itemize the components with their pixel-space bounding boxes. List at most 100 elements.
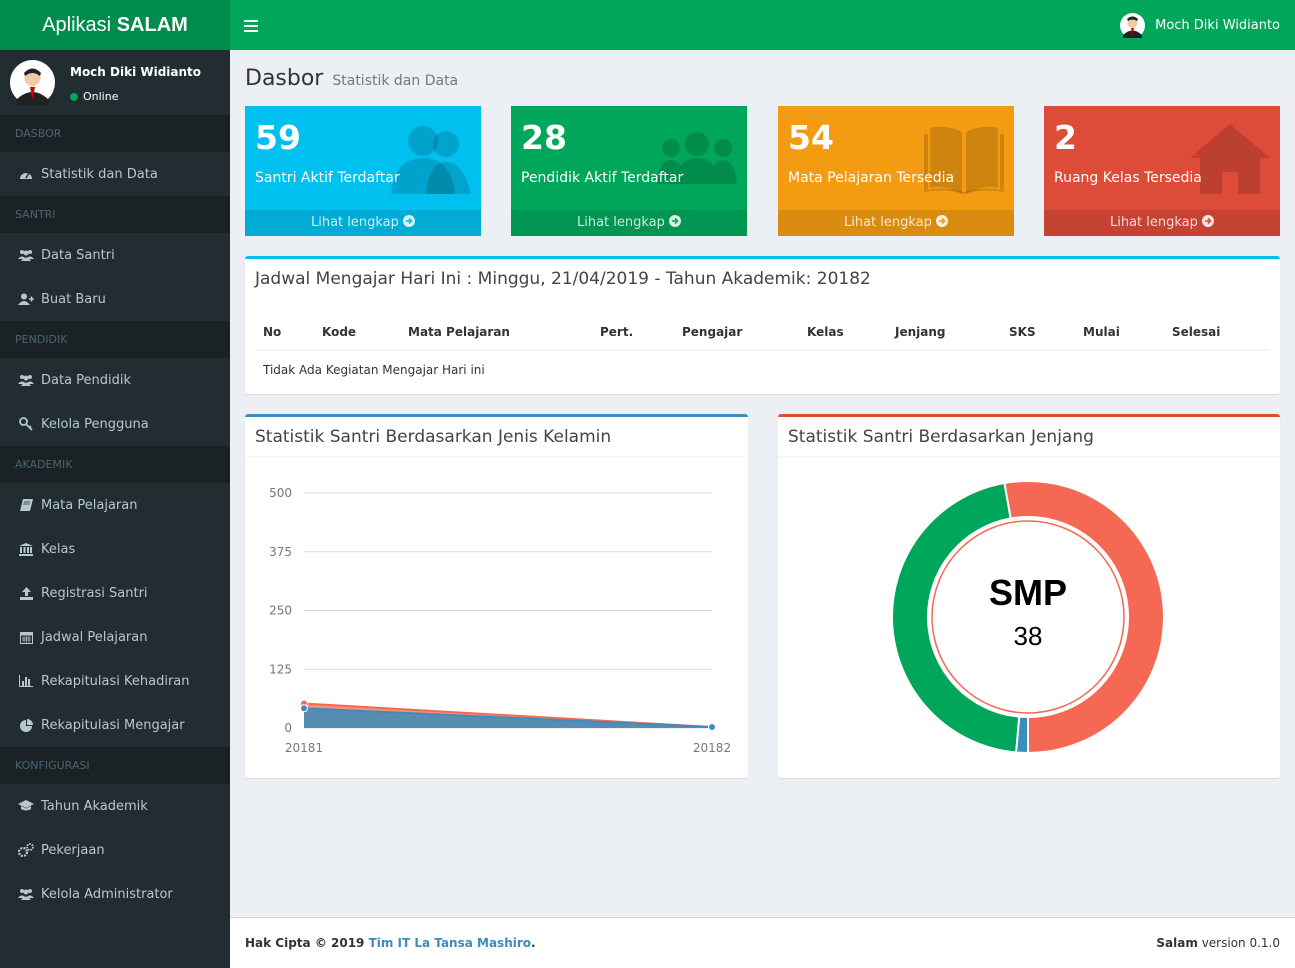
y-tick-label: 125 [269, 662, 292, 676]
sidebar-header-santri: SANTRI [0, 196, 230, 233]
sidebar-item-kelola-administrator[interactable]: Kelola Administrator [0, 872, 230, 916]
stat-box-4: 2 Ruang Kelas Tersedia Lihat lengkap [1044, 106, 1280, 236]
sidebar-item-rekapitulasi-mengajar[interactable]: Rekapitulasi Mengajar [0, 703, 230, 747]
donut-slice-0 [1003, 480, 1165, 755]
user-menu[interactable]: Moch Diki Widianto [1120, 13, 1280, 38]
see-more-link[interactable]: Lihat lengkap [778, 210, 1014, 236]
schedule-box: Jadwal Mengajar Hari Ini : Minggu, 21/04… [245, 256, 1280, 394]
sidebar-item-tahun-akademik[interactable]: Tahun Akademik [0, 784, 230, 828]
stat-label: Mata Pelajaran Tersedia [788, 170, 955, 186]
sidebar-item-kelola-pengguna[interactable]: Kelola Pengguna [0, 402, 230, 446]
donut-center-label: SMP [989, 572, 1067, 613]
footer-version-text: version 0.1.0 [1197, 936, 1280, 950]
see-more-label: Lihat lengkap [310, 215, 399, 230]
column-header-selesai: Selesai [1164, 314, 1270, 351]
donut-slice-1 [891, 481, 1021, 754]
sidebar-header-pendidik: PENDIDIK [0, 321, 230, 358]
donut-center-value: 38 [1014, 621, 1043, 651]
user-panel: Moch Diki Widianto Online [0, 50, 230, 115]
y-tick-label: 375 [269, 545, 292, 559]
sidebar-item-label: Tahun Akademik [41, 798, 148, 814]
stat-box-1: 59 Santri Aktif Terdaftar Lihat lengkap [245, 106, 481, 236]
y-tick-label: 500 [269, 486, 292, 500]
main-content: Dasbor Statistik dan Data 59 Santri Aktif … [230, 50, 1295, 917]
sidebar-item-rekapitulasi-kehadiran[interactable]: Rekapitulasi Kehadiran [0, 659, 230, 703]
sidebar-item-statistik-dan-data[interactable]: Statistik dan Data [0, 152, 230, 196]
home-large-icon [1190, 124, 1270, 194]
sidebar-item-data-santri[interactable]: Data Santri [0, 233, 230, 277]
see-more-link[interactable]: Lihat lengkap [245, 210, 481, 236]
schedule-title: Jadwal Mengajar Hari Ini : Minggu, 21/04… [255, 269, 871, 289]
user-name: Moch Diki Widianto [70, 65, 202, 79]
sidebar-header-dasbor: DASBOR [0, 115, 230, 152]
footer: Hak Cipta © 2019 Tim IT La Tansa Mashiro… [230, 917, 1295, 968]
schedule-empty-message: Tidak Ada Kegiatan Mengajar Hari ini [263, 362, 485, 377]
stat-label: Santri Aktif Terdaftar [255, 170, 400, 186]
stat-box-3: 54 Mata Pelajaran Tersedia Lihat lengkap [778, 106, 1014, 236]
top-header: Aplikasi SALAM Moch Diki Widianto [0, 0, 1295, 50]
stat-value: 2 [1054, 118, 1077, 157]
level-chart-title: Statistik Santri Berdasarkan Jenjang [778, 417, 1280, 457]
user-plus-icon [18, 292, 34, 306]
column-header-pengajar: Pengajar [674, 314, 799, 351]
users-icon [18, 887, 34, 901]
sidebar-item-label: Kelas [41, 541, 76, 557]
sidebar-item-jadwal-pelajaran[interactable]: Jadwal Pelajaran [0, 615, 230, 659]
level-donut-chart: SMP 38 [891, 480, 1165, 755]
x-tick-label: 20181 [285, 741, 323, 755]
arrow-circle-right-icon [669, 215, 682, 227]
gender-chart-box: Statistik Santri Berdasarkan Jenis Kelam… [245, 414, 748, 778]
sidebar-item-buat-baru[interactable]: Buat Baru [0, 277, 230, 321]
column-header-sks: SKS [1001, 314, 1075, 351]
column-header-jenjang: Jenjang [887, 314, 1001, 351]
team-link[interactable]: Tim IT La Tansa Mashiro [369, 936, 531, 950]
stat-label: Ruang Kelas Tersedia [1054, 170, 1202, 186]
page-subtitle: Statistik dan Data [332, 73, 459, 89]
series-1-point [708, 723, 716, 732]
see-more-label: Lihat lengkap [843, 215, 932, 230]
bar-chart-icon [18, 674, 34, 688]
graduation-cap-icon [18, 799, 34, 813]
user-status: Online [70, 90, 118, 103]
avatar-icon [1120, 13, 1146, 38]
series-1-point [300, 704, 308, 713]
page-title-text: Dasbor [245, 66, 324, 91]
sidebar-item-label: Data Santri [41, 247, 115, 263]
x-tick-label: 20182 [693, 741, 731, 755]
see-more-link[interactable]: Lihat lengkap [1044, 210, 1280, 236]
sidebar-item-label: Kelola Administrator [41, 886, 173, 902]
sidebar-item-registrasi-santri[interactable]: Registrasi Santri [0, 571, 230, 615]
column-header-mulai: Mulai [1075, 314, 1164, 351]
sidebar: Moch Diki Widianto Online DASBOR Statisti… [0, 50, 230, 968]
upload-icon [18, 586, 34, 600]
sidebar-item-mata-pelajaran[interactable]: Mata Pelajaran [0, 483, 230, 527]
sidebar-header-konfigurasi: KONFIGURASI [0, 747, 230, 784]
schedule-table: No Kode Mata Pelajaran Pert. Pengajar Kelas Je… [255, 314, 1270, 388]
stat-value: 59 [255, 118, 301, 157]
copyright-suffix: . [531, 936, 536, 950]
sidebar-item-kelas[interactable]: Kelas [0, 527, 230, 571]
sidebar-item-pekerjaan[interactable]: Pekerjaan [0, 828, 230, 872]
status-dot-icon [70, 92, 78, 101]
stat-label: Pendidik Aktif Terdaftar [521, 170, 684, 186]
sidebar-toggle-icon[interactable] [244, 17, 258, 33]
sidebar-item-label: Registrasi Santri [41, 585, 148, 601]
see-more-link[interactable]: Lihat lengkap [511, 210, 747, 236]
users-icon [18, 373, 34, 387]
sidebar-item-label: Mata Pelajaran [41, 497, 138, 513]
sidebar-item-data-pendidik[interactable]: Data Pendidik [0, 358, 230, 402]
gender-chart-title: Statistik Santri Berdasarkan Jenis Kelam… [245, 417, 748, 457]
footer-app-name: Salam [1156, 936, 1198, 950]
sidebar-item-label: Buat Baru [41, 291, 106, 307]
level-chart-box: Statistik Santri Berdasarkan Jenjang SMP… [778, 414, 1280, 778]
sidebar-menu: DASBOR Statistik dan Data SANTRI Data Santr… [0, 115, 230, 916]
donut-slice-2 [1015, 715, 1029, 755]
institution-icon [18, 542, 34, 556]
footer-copyright: Hak Cipta © 2019 Tim IT La Tansa Mashiro… [245, 936, 536, 950]
sidebar-item-label: Rekapitulasi Kehadiran [41, 673, 190, 689]
avatar-icon [10, 60, 55, 105]
app-logo[interactable]: Aplikasi SALAM [0, 0, 230, 50]
stat-value: 28 [521, 118, 567, 157]
see-more-label: Lihat lengkap [576, 215, 665, 230]
sidebar-header-akademik: AKADEMIK [0, 446, 230, 483]
